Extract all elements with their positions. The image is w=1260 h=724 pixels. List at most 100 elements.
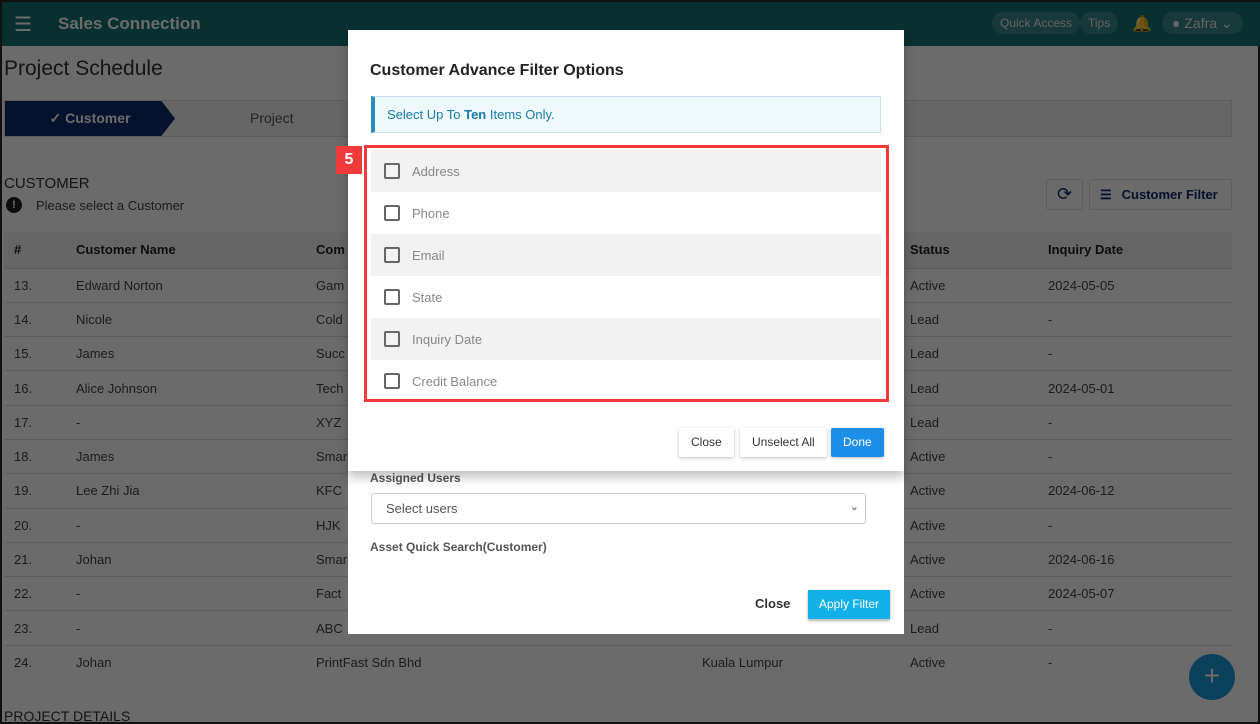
table-cell: -: [76, 576, 316, 611]
user-name: Zafra: [1184, 15, 1218, 31]
filter-option-label: Email: [412, 247, 445, 263]
apply-filter-button[interactable]: Apply Filter: [808, 590, 890, 619]
table-cell: Active: [910, 438, 1048, 474]
table-cell: -: [1048, 610, 1232, 646]
alert-icon: !: [6, 197, 22, 213]
hint: ! Please select a Customer: [6, 197, 184, 213]
user-menu[interactable]: ● Zafra ⌄: [1162, 12, 1243, 34]
info-banner: Select Up To Ten Items Only.: [371, 96, 881, 133]
table-cell: Lead: [910, 610, 1048, 646]
checkbox[interactable]: [384, 205, 400, 221]
table-cell: James: [76, 438, 316, 474]
filter-option-label: Credit Balance: [412, 373, 498, 389]
filter-icon: ☰: [1100, 186, 1112, 202]
filter-option[interactable]: Inquiry Date: [371, 318, 881, 360]
table-cell: Lead: [910, 336, 1048, 371]
table-cell: Active: [910, 576, 1048, 611]
table-cell: Active: [910, 644, 1048, 680]
info-bold: Ten: [464, 107, 487, 122]
filter-option[interactable]: Phone: [371, 192, 881, 234]
checkbox[interactable]: [384, 373, 400, 389]
table-cell: Active: [910, 473, 1048, 509]
dialog-close-button[interactable]: Close: [679, 428, 734, 457]
tips-button[interactable]: Tips: [1080, 12, 1119, 34]
filter-option-label: Inquiry Date: [412, 331, 483, 347]
filter-option-label: Address: [412, 163, 460, 179]
checkbox[interactable]: [384, 247, 400, 263]
table-cell: James: [76, 336, 316, 371]
assigned-users-label: Assigned Users: [370, 471, 461, 485]
table-cell: 20.: [4, 507, 76, 543]
column-header[interactable]: Status: [910, 232, 1048, 268]
hamburger-menu-icon[interactable]: ☰: [14, 12, 36, 37]
table-row[interactable]: 24. Johan PrintFast Sdn Bhd Kuala Lumpur Act…: [4, 644, 1232, 680]
asset-quick-search-label: Asset Quick Search(Customer): [370, 540, 547, 554]
dialog-title: Customer Advance Filter Options: [370, 62, 624, 79]
table-cell: 2024-06-12: [1048, 473, 1232, 509]
checkbox[interactable]: [384, 331, 400, 347]
done-button[interactable]: Done: [831, 428, 884, 457]
table-cell: Johan: [76, 541, 316, 577]
table-cell: 24.: [4, 644, 76, 680]
filter-option-label: Phone: [412, 205, 450, 221]
info-prefix: Select Up To: [387, 107, 465, 122]
column-header[interactable]: Customer Name: [76, 232, 316, 268]
hint-text: Please select a Customer: [36, 197, 185, 213]
table-cell: Active: [910, 541, 1048, 577]
quick-access-button[interactable]: Quick Access: [992, 12, 1081, 34]
table-cell: 21.: [4, 541, 76, 577]
table-cell: Johan: [76, 644, 316, 680]
annotation-label: 5: [336, 146, 362, 174]
table-cell: -: [1048, 301, 1232, 337]
step-project[interactable]: Project: [250, 110, 294, 126]
close-button[interactable]: Close: [755, 596, 790, 611]
advance-filter-options-dialog: Customer Advance Filter Options Select U…: [336, 30, 904, 471]
filter-option[interactable]: State: [371, 276, 881, 318]
filter-option[interactable]: Credit Balance: [371, 360, 881, 402]
table-cell: Nicole: [76, 301, 316, 337]
checkbox[interactable]: [384, 289, 400, 305]
brand-title: Sales Connection: [58, 14, 201, 33]
table-cell: -: [76, 610, 316, 646]
bell-icon[interactable]: 🔔: [1132, 14, 1152, 34]
unselect-all-button[interactable]: Unselect All: [740, 428, 827, 457]
customer-filter-button[interactable]: ☰ Customer Filter: [1089, 179, 1232, 210]
chevron-down-icon: ⌄: [849, 501, 859, 513]
project-details-title: PROJECT DETAILS: [4, 708, 131, 724]
table-cell: Lead: [910, 404, 1048, 440]
table-cell: Lead: [910, 370, 1048, 406]
info-suffix: Items Only.: [486, 107, 555, 122]
table-cell: Lead: [910, 301, 1048, 337]
table-cell: Edward Norton: [76, 267, 316, 303]
select-users-value: Select users: [386, 501, 458, 516]
table-cell: 15.: [4, 336, 76, 371]
table-cell: 2024-05-01: [1048, 370, 1232, 406]
column-header[interactable]: #: [4, 232, 76, 268]
table-cell: -: [76, 404, 316, 440]
table-cell: PrintFast Sdn Bhd: [316, 644, 702, 680]
add-button[interactable]: +: [1189, 654, 1235, 700]
table-cell: 13.: [4, 267, 76, 303]
table-cell: -: [1048, 336, 1232, 371]
column-header[interactable]: Inquiry Date: [1048, 232, 1232, 268]
step-customer[interactable]: ✓ Customer: [5, 101, 175, 136]
table-cell: Alice Johnson: [76, 370, 316, 406]
filter-option-label: State: [412, 289, 443, 305]
table-cell: -: [1048, 438, 1232, 474]
customer-filter-label: Customer Filter: [1121, 187, 1218, 202]
filter-option[interactable]: Email: [371, 234, 881, 276]
filter-option[interactable]: Address: [371, 150, 881, 192]
checkbox[interactable]: [384, 163, 400, 179]
table-cell: 2024-05-05: [1048, 267, 1232, 303]
section-title: CUSTOMER: [4, 175, 90, 192]
table-cell: 16.: [4, 370, 76, 406]
table-cell: 22.: [4, 576, 76, 611]
select-users-dropdown[interactable]: Select users ⌄: [371, 493, 866, 524]
table-cell: 17.: [4, 404, 76, 440]
table-cell: Active: [910, 267, 1048, 303]
refresh-button[interactable]: ⟳: [1046, 179, 1083, 210]
table-cell: 2024-06-16: [1048, 541, 1232, 577]
table-cell: 23.: [4, 610, 76, 646]
page-title: Project Schedule: [4, 57, 163, 80]
table-cell: Kuala Lumpur: [702, 644, 910, 680]
